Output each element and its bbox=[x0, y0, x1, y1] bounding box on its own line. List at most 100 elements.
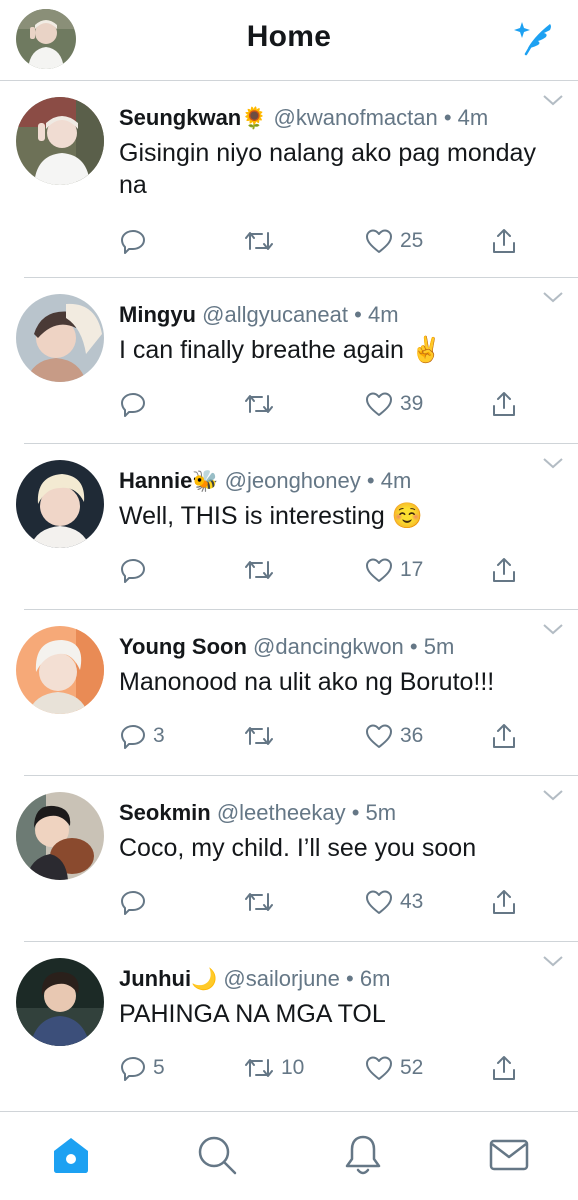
like-button[interactable]: 39 bbox=[364, 389, 423, 419]
reply-button[interactable]: 3 bbox=[119, 721, 165, 751]
like-button[interactable]: 52 bbox=[364, 1053, 423, 1083]
retweet-button[interactable] bbox=[243, 389, 281, 419]
user-handle[interactable]: @kwanofmactan bbox=[274, 105, 438, 130]
reply-icon bbox=[121, 559, 145, 583]
avatar-image bbox=[16, 294, 104, 382]
chevron-down-icon[interactable] bbox=[542, 622, 564, 636]
name-emoji: 🌙 bbox=[191, 967, 218, 991]
reply-button[interactable] bbox=[119, 389, 153, 419]
reply-button[interactable]: 5 bbox=[119, 1053, 165, 1083]
user-handle[interactable]: @dancingkwon bbox=[253, 634, 404, 659]
share-icon bbox=[493, 1056, 515, 1080]
bottom-tab-bar bbox=[0, 1111, 578, 1200]
like-button[interactable]: 17 bbox=[364, 555, 423, 585]
user-handle[interactable]: @jeonghoney bbox=[225, 468, 361, 493]
timestamp: 6m bbox=[359, 966, 391, 991]
tab-search[interactable] bbox=[194, 1132, 240, 1178]
name-emoji: 🐝 bbox=[192, 469, 219, 493]
tweet-header: Hannie🐝 @jeonghoney • 4m bbox=[119, 467, 538, 495]
compose-tweet-button[interactable] bbox=[510, 14, 558, 62]
reply-button[interactable] bbox=[119, 226, 153, 256]
retweet-button[interactable] bbox=[243, 721, 281, 751]
chevron-down-icon[interactable] bbox=[542, 954, 564, 968]
retweet-button[interactable] bbox=[243, 887, 281, 917]
retweet-icon bbox=[245, 561, 273, 579]
like-button[interactable]: 36 bbox=[364, 721, 423, 751]
tweet-avatar[interactable] bbox=[16, 626, 104, 714]
chevron-down-icon[interactable] bbox=[542, 456, 564, 470]
share-button[interactable] bbox=[490, 226, 518, 256]
tweet-avatar[interactable] bbox=[16, 792, 104, 880]
reply-count: 5 bbox=[153, 1056, 165, 1079]
tweet-avatar[interactable] bbox=[16, 460, 104, 548]
display-name[interactable]: Seungkwan bbox=[119, 105, 241, 130]
tweet-avatar[interactable] bbox=[16, 958, 104, 1046]
chevron-down-icon[interactable] bbox=[542, 290, 564, 304]
reply-button[interactable] bbox=[119, 555, 153, 585]
display-name[interactable]: Junhui bbox=[119, 966, 191, 991]
avatar-image bbox=[16, 626, 104, 714]
tweet-text: Coco, my child. I’ll see you soon bbox=[119, 834, 477, 862]
tweet[interactable]: Hannie🐝 @jeonghoney • 4m Well, THIS is i… bbox=[0, 444, 578, 610]
chevron-down-icon[interactable] bbox=[542, 93, 564, 107]
tweet-actions: 17 bbox=[119, 555, 538, 585]
compose-feather-icon bbox=[514, 22, 551, 56]
messages-envelope-icon bbox=[489, 1139, 529, 1171]
tweet-text: I can finally breathe again ✌️ bbox=[119, 336, 442, 364]
like-button[interactable]: 25 bbox=[364, 226, 423, 256]
tweet-text: Manonood na ulit ako ng Boruto!!! bbox=[119, 668, 495, 696]
display-name[interactable]: Mingyu bbox=[119, 302, 196, 327]
share-button[interactable] bbox=[490, 1053, 518, 1083]
user-handle[interactable]: @allgyucaneat bbox=[202, 302, 348, 327]
share-button[interactable] bbox=[490, 555, 518, 585]
retweet-icon bbox=[245, 395, 273, 413]
tweet[interactable]: Mingyu @allgyucaneat • 4m I can finally … bbox=[0, 278, 578, 444]
tab-home[interactable] bbox=[48, 1132, 94, 1178]
tweet-actions: 3 36 bbox=[119, 721, 538, 751]
reply-icon bbox=[121, 393, 145, 417]
retweet-icon bbox=[245, 727, 273, 745]
share-button[interactable] bbox=[490, 389, 518, 419]
heart-icon bbox=[366, 558, 392, 582]
chevron-down-icon[interactable] bbox=[542, 788, 564, 802]
share-button[interactable] bbox=[490, 721, 518, 751]
like-count: 43 bbox=[400, 890, 424, 913]
tweet-actions: 39 bbox=[119, 389, 538, 419]
reply-icon bbox=[121, 725, 145, 749]
retweet-button[interactable] bbox=[243, 226, 281, 256]
tweet[interactable]: Seungkwan🌻 @kwanofmactan • 4m Gisingin n… bbox=[0, 81, 578, 278]
tweet-avatar[interactable] bbox=[16, 294, 104, 382]
user-handle[interactable]: @sailorjune bbox=[223, 966, 340, 991]
reply-icon bbox=[121, 230, 145, 254]
tab-notifications[interactable] bbox=[340, 1132, 386, 1178]
heart-icon bbox=[366, 229, 392, 253]
retweet-icon bbox=[245, 232, 273, 250]
tab-messages[interactable] bbox=[486, 1132, 532, 1178]
separator-dot: • bbox=[366, 468, 375, 493]
tweet[interactable]: Junhui🌙 @sailorjune • 6m PAHINGA NA MGA … bbox=[0, 942, 578, 1108]
display-name[interactable]: Seokmin bbox=[119, 800, 211, 825]
display-name[interactable]: Young Soon bbox=[119, 634, 247, 659]
avatar-image bbox=[16, 792, 104, 880]
display-name[interactable]: Hannie bbox=[119, 468, 192, 493]
reply-button[interactable] bbox=[119, 887, 153, 917]
heart-icon bbox=[366, 392, 392, 416]
retweet-icon bbox=[245, 893, 273, 911]
tweet-actions: 25 bbox=[119, 226, 538, 256]
retweet-button[interactable]: 10 bbox=[243, 1053, 304, 1083]
retweet-button[interactable] bbox=[243, 555, 281, 585]
heart-icon bbox=[366, 890, 392, 914]
like-button[interactable]: 43 bbox=[364, 887, 423, 917]
tweet[interactable]: Seokmin @leetheekay • 5m Coco, my child.… bbox=[0, 776, 578, 942]
heart-icon bbox=[366, 724, 392, 748]
tweet[interactable]: Young Soon @dancingkwon • 5m Manonood na… bbox=[0, 610, 578, 776]
user-handle[interactable]: @leetheekay bbox=[217, 800, 346, 825]
separator-dot: • bbox=[409, 634, 418, 659]
share-icon bbox=[493, 558, 515, 582]
share-icon bbox=[493, 229, 515, 253]
like-count: 36 bbox=[400, 724, 424, 747]
notifications-bell-icon bbox=[345, 1135, 381, 1175]
separator-dot: • bbox=[346, 966, 354, 991]
tweet-avatar[interactable] bbox=[16, 97, 104, 185]
share-button[interactable] bbox=[490, 887, 518, 917]
